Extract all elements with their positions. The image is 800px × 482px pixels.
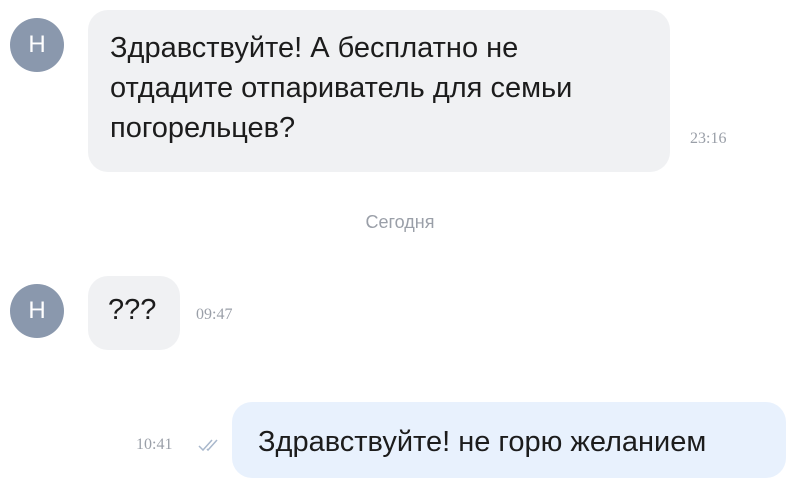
- message-text: Здравствуйте! не горю желанием: [258, 426, 707, 458]
- avatar-initial: Н: [28, 297, 46, 324]
- avatar[interactable]: Н: [10, 284, 64, 338]
- message-time: 10:41: [136, 436, 173, 453]
- date-divider: Сегодня: [365, 212, 435, 232]
- double-check-icon: [198, 439, 218, 452]
- message-time: 23:16: [690, 130, 727, 147]
- message-time: 09:47: [196, 306, 233, 323]
- message-text: Здравствуйте! А бесплатно не отдадите от…: [110, 32, 573, 144]
- avatar-initial: Н: [28, 31, 46, 58]
- message-text: ???: [108, 294, 157, 326]
- avatar[interactable]: Н: [10, 18, 64, 72]
